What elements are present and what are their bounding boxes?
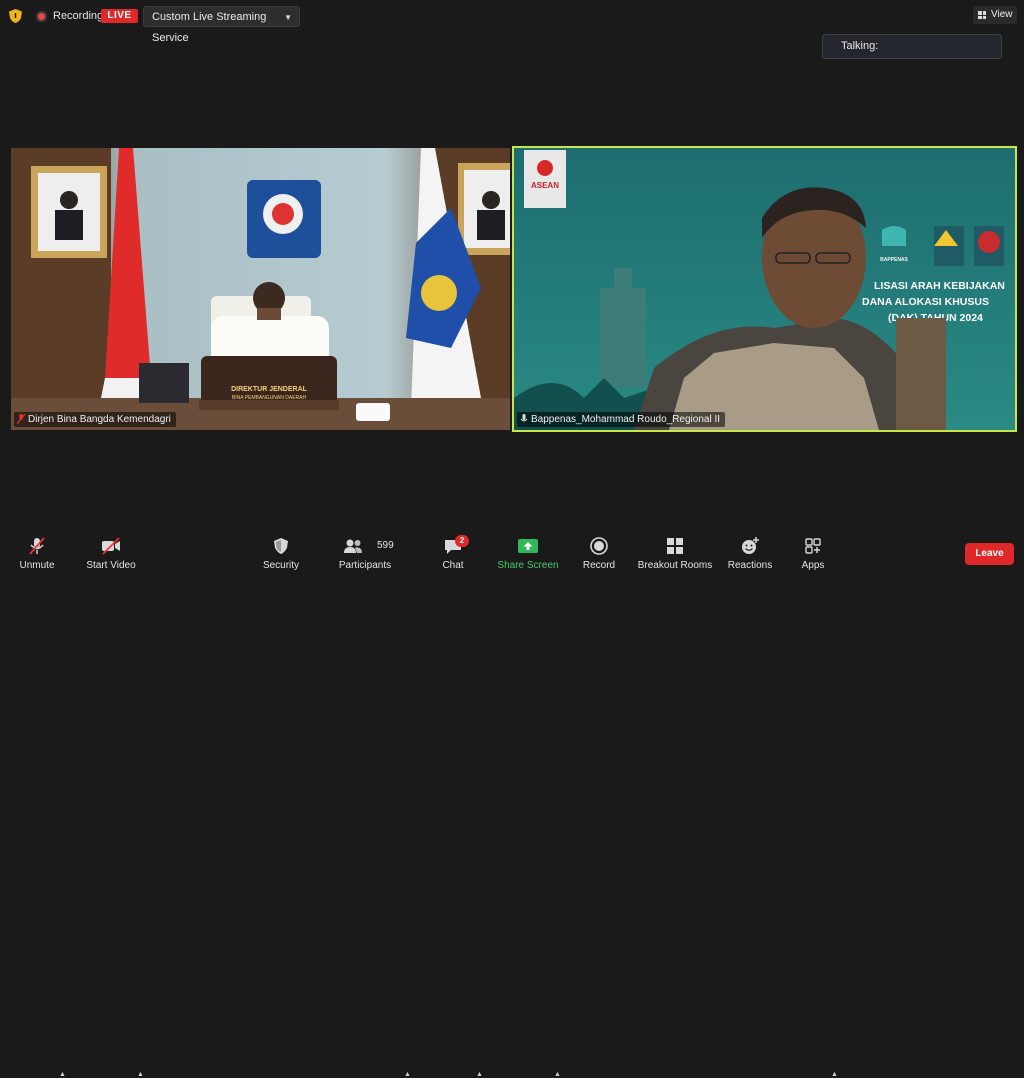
recording-dot-icon [36, 11, 47, 22]
video-feed-dirjen: DIREKTUR JENDERAL BINA PEMBANGUNAN DAERA… [11, 148, 510, 430]
stream-service-dropdown[interactable]: Custom Live Streaming Service ▼ [143, 6, 300, 44]
reactions-button[interactable]: Reactions [724, 528, 776, 576]
meeting-top-bar: Recording LIVE Custom Live Streaming Ser… [0, 0, 1024, 44]
video-feed-bappenas: ASEAN BAPPENAS LISASI ARAH KEBIJAKAN DAN… [514, 148, 1015, 430]
video-off-icon [102, 537, 120, 555]
reactions-label: Reactions [727, 560, 773, 571]
unmute-label: Unmute [19, 560, 55, 571]
desk-plate-line1: DIREKTUR JENDERAL [231, 386, 308, 393]
stream-service-label: Custom Live Streaming Service [152, 11, 267, 44]
share-screen-icon [518, 539, 538, 553]
chat-label: Chat [442, 560, 464, 571]
mic-icon [520, 414, 528, 422]
banner-line1: LISASI ARAH KEBIJAKAN [874, 280, 1005, 292]
desk-plate-line2: BINA PEMBANGUNAN DAERAH [232, 395, 307, 401]
share-screen-label: Share Screen [497, 560, 559, 571]
chat-button[interactable]: Chat [432, 528, 474, 576]
participants-button[interactable]: 599 Participants [334, 528, 396, 576]
video-tile-bappenas[interactable]: ASEAN BAPPENAS LISASI ARAH KEBIJAKAN DAN… [512, 146, 1017, 432]
security-button[interactable]: Security [258, 528, 304, 576]
video-options-chevron-up-icon[interactable]: ▲ [137, 1071, 144, 1078]
share-screen-chevron-up-icon[interactable]: ▲ [554, 1071, 561, 1078]
apps-chevron-up-icon[interactable]: ▲ [831, 1071, 838, 1078]
chat-unread-badge: 2 [455, 535, 469, 547]
share-screen-button[interactable]: Share Screen [496, 528, 560, 576]
security-label: Security [262, 560, 300, 571]
breakout-rooms-label: Breakout Rooms [637, 560, 713, 571]
start-video-button[interactable]: Start Video [80, 528, 142, 576]
view-button[interactable]: View [973, 6, 1017, 24]
smiley-plus-icon [742, 537, 759, 554]
chat-chevron-up-icon[interactable]: ▲ [476, 1071, 483, 1078]
view-label: View [991, 9, 1013, 20]
talking-indicator: Talking: [822, 34, 1002, 59]
record-label: Record [582, 560, 616, 571]
apps-label: Apps [801, 560, 825, 571]
participant-name: Dirjen Bina Bangda Kemendagri [28, 414, 171, 425]
breakout-rooms-button[interactable]: Breakout Rooms [636, 528, 714, 576]
grid-icon [978, 11, 986, 19]
breakout-rooms-icon [667, 538, 683, 554]
shield-icon [274, 538, 288, 554]
muted-microphone-icon [29, 537, 45, 555]
muted-mic-icon [17, 414, 25, 424]
asean-label: ASEAN [531, 181, 559, 190]
participants-icon [343, 539, 362, 553]
audio-options-chevron-up-icon[interactable]: ▲ [59, 1071, 66, 1078]
participant-name-tag: Dirjen Bina Bangda Kemendagri [14, 412, 176, 427]
security-shield-icon[interactable] [9, 9, 22, 23]
participants-chevron-up-icon[interactable]: ▲ [404, 1071, 411, 1078]
start-video-label: Start Video [86, 560, 136, 571]
participant-name-tag: Bappenas_Mohammad Roudo_Regional II [517, 412, 726, 427]
record-icon [590, 537, 608, 555]
unmute-button[interactable]: Unmute [8, 528, 66, 576]
banner-line2: DANA ALOKASI KHUSUS [862, 296, 989, 308]
live-badge[interactable]: LIVE [101, 9, 138, 23]
bappenas-logo-label: BAPPENAS [880, 257, 908, 263]
meeting-toolbar: Unmute ▲ Start Video ▲ Security 599 Part… [0, 528, 1024, 1078]
participants-label: Participants [338, 560, 392, 571]
record-button[interactable]: Record [578, 528, 620, 576]
recording-label[interactable]: Recording [53, 10, 103, 22]
video-tile-dirjen[interactable]: DIREKTUR JENDERAL BINA PEMBANGUNAN DAERA… [11, 148, 510, 430]
participant-name: Bappenas_Mohammad Roudo_Regional II [531, 414, 721, 425]
chevron-down-icon: ▼ [284, 13, 292, 22]
participants-count: 599 [377, 540, 394, 551]
leave-button[interactable]: Leave [965, 543, 1014, 565]
apps-icon [805, 538, 821, 554]
apps-button[interactable]: Apps [796, 528, 830, 576]
